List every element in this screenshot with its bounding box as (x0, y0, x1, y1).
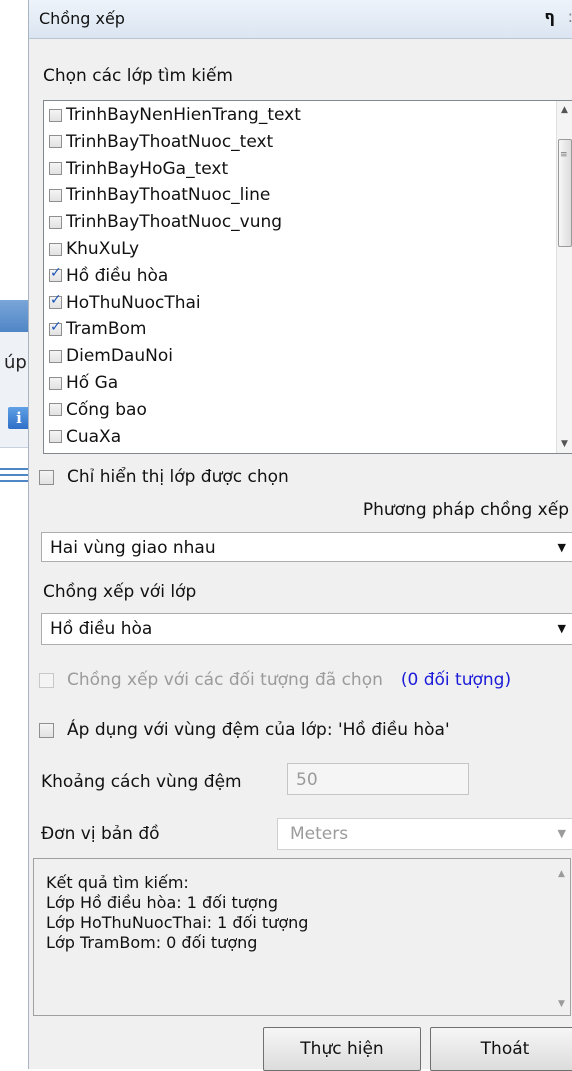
apply-buffer-label: Áp dụng với vùng đệm của lớp: 'Hồ điều h… (67, 720, 450, 740)
overlay-layer-select[interactable]: Hồ điều hòa ▼ (41, 613, 572, 645)
results-scrollbar[interactable]: ▲ ▼ (553, 859, 570, 1015)
list-item[interactable]: TrinhBayThoatNuoc_text (49, 131, 273, 153)
panel-titlebar: Chồng xếp ף : (29, 0, 572, 39)
chevron-down-icon: ▼ (557, 827, 566, 840)
layer-checkbox[interactable] (49, 162, 62, 176)
list-item[interactable]: TrinhBayThoatNuoc_vung (49, 211, 282, 233)
layer-checkbox[interactable] (49, 403, 62, 417)
panel-title: Chồng xếp (39, 9, 125, 28)
overlay-layer-value: Hồ điều hòa (50, 619, 153, 639)
results-line: Kết quả tìm kiếm: (46, 873, 189, 892)
apply-buffer-checkbox[interactable] (39, 722, 54, 738)
list-item[interactable]: DiemDauNoi (49, 345, 173, 367)
map-unit-select: Meters ▼ (277, 818, 572, 850)
results-line: Lớp HoThuNuocThai: 1 đối tượng (46, 913, 309, 932)
show-selected-only-label: Chỉ hiển thị lớp được chọn (67, 467, 289, 487)
layer-label: TrinhBayThoatNuoc_line (66, 185, 271, 206)
search-layers-list[interactable]: TrinhBayNenHienTrang_text TrinhBayThoatNu… (43, 100, 572, 454)
list-item[interactable]: Hồ điều hòa (49, 265, 168, 287)
layer-label: TramBom (66, 319, 147, 340)
layer-label: HoThuNuocThai (66, 292, 201, 313)
layer-checkbox[interactable] (49, 188, 62, 202)
selected-objects-count: (0 đối tượng) (400, 670, 512, 690)
show-selected-only-checkbox[interactable] (39, 469, 54, 485)
layer-label: KhuXuLy (66, 239, 140, 259)
layer-checkbox[interactable] (49, 265, 62, 283)
list-item[interactable]: HoThuNuocThai (49, 292, 201, 314)
list-item[interactable]: TrinhBayHoGa_text (49, 158, 228, 180)
background-window-body (0, 332, 30, 448)
layer-label: Hồ điều hòa (66, 265, 169, 286)
list-item[interactable]: TramBom (49, 318, 146, 340)
scroll-grip-icon: ≡ (560, 150, 568, 160)
selected-objects-checkbox (39, 672, 54, 688)
map-unit-value: Meters (290, 824, 349, 844)
scroll-down-icon[interactable]: ▼ (561, 439, 568, 449)
layer-checkbox[interactable] (49, 430, 62, 444)
layers-scrollbar[interactable]: ▲ ≡ ▼ (556, 101, 572, 453)
search-layers-label: Chọn các lớp tìm kiếm (43, 66, 233, 86)
buffer-distance-value: 50 (296, 770, 318, 790)
list-item[interactable]: TrinhBayNenHienTrang_text (49, 104, 301, 126)
layer-label: DiemDauNoi (66, 346, 173, 367)
layer-label: TrinhBayThoatNuoc_vung (66, 212, 283, 233)
method-value: Hai vùng giao nhau (50, 538, 216, 558)
results-line: Lớp TramBom: 0 đối tượng (46, 933, 258, 952)
method-label: Phương pháp chồng xếp (362, 500, 569, 520)
layer-label: TrinhBayNenHienTrang_text (66, 105, 301, 125)
apply-buffer-row[interactable]: Áp dụng với vùng đệm của lớp: 'Hồ điều h… (39, 720, 450, 740)
overlay-panel: Chồng xếp ף : Chọn các lớp tìm kiếm Trin… (28, 0, 572, 1071)
overlay-layer-label: Chồng xếp với lớp (43, 582, 197, 602)
layer-label: CuaXa (66, 426, 122, 447)
show-selected-only-row[interactable]: Chỉ hiển thị lớp được chọn (39, 467, 289, 487)
list-item[interactable]: Hố Ga (49, 372, 118, 394)
map-unit-label: Đơn vị bản đồ (41, 824, 160, 844)
background-window: úp i (0, 290, 30, 550)
layer-checkbox[interactable] (49, 215, 62, 229)
list-item[interactable]: CuaXa (49, 426, 121, 448)
layer-checkbox[interactable] (49, 135, 62, 149)
buffer-distance-label: Khoảng cách vùng đệm (41, 772, 242, 792)
layer-label: Cống bao (66, 399, 147, 420)
list-item[interactable]: KhuXuLy (49, 238, 139, 260)
layer-checkbox[interactable] (49, 292, 62, 310)
layer-checkbox[interactable] (49, 376, 62, 390)
background-window-titlebar (0, 300, 30, 332)
pin-icon[interactable]: ף (544, 7, 555, 26)
scroll-down-icon[interactable]: ▼ (558, 999, 565, 1009)
exit-button[interactable]: Thoát (430, 1027, 572, 1071)
list-item[interactable]: TrinhBayThoatNuoc_line (49, 184, 270, 206)
chevron-down-icon[interactable]: ▼ (558, 622, 566, 635)
execute-button[interactable]: Thực hiện (263, 1027, 421, 1071)
layer-label: TrinhBayThoatNuoc_text (66, 131, 274, 152)
layer-checkbox[interactable] (49, 319, 62, 336)
results-box[interactable]: Kết quả tìm kiếm: Lớp Hồ điều hòa: 1 đối… (33, 858, 571, 1016)
layer-label: Hố Ga (66, 373, 119, 393)
selected-objects-label: Chồng xếp với các đối tượng đã chọn (67, 670, 383, 690)
method-select[interactable]: Hai vùng giao nhau ▼ (41, 532, 572, 562)
scroll-up-icon[interactable]: ▲ (561, 105, 568, 115)
info-icon[interactable]: i (8, 407, 30, 429)
close-icon[interactable]: : (568, 7, 572, 26)
selected-objects-row: Chồng xếp với các đối tượng đã chọn (0 đ… (39, 670, 511, 690)
scroll-up-icon[interactable]: ▲ (558, 869, 565, 879)
buffer-distance-input[interactable]: 50 (287, 763, 469, 795)
layer-checkbox[interactable] (49, 242, 62, 256)
list-lines-icon (0, 468, 30, 486)
layer-checkbox[interactable] (49, 349, 62, 363)
chevron-down-icon[interactable]: ▼ (558, 541, 566, 554)
layer-checkbox[interactable] (49, 108, 62, 122)
layer-label: TrinhBayHoGa_text (66, 158, 229, 179)
list-item[interactable]: Cống bao (49, 399, 147, 421)
background-window-text: úp (4, 352, 27, 373)
results-line: Lớp Hồ điều hòa: 1 đối tượng (46, 893, 278, 912)
